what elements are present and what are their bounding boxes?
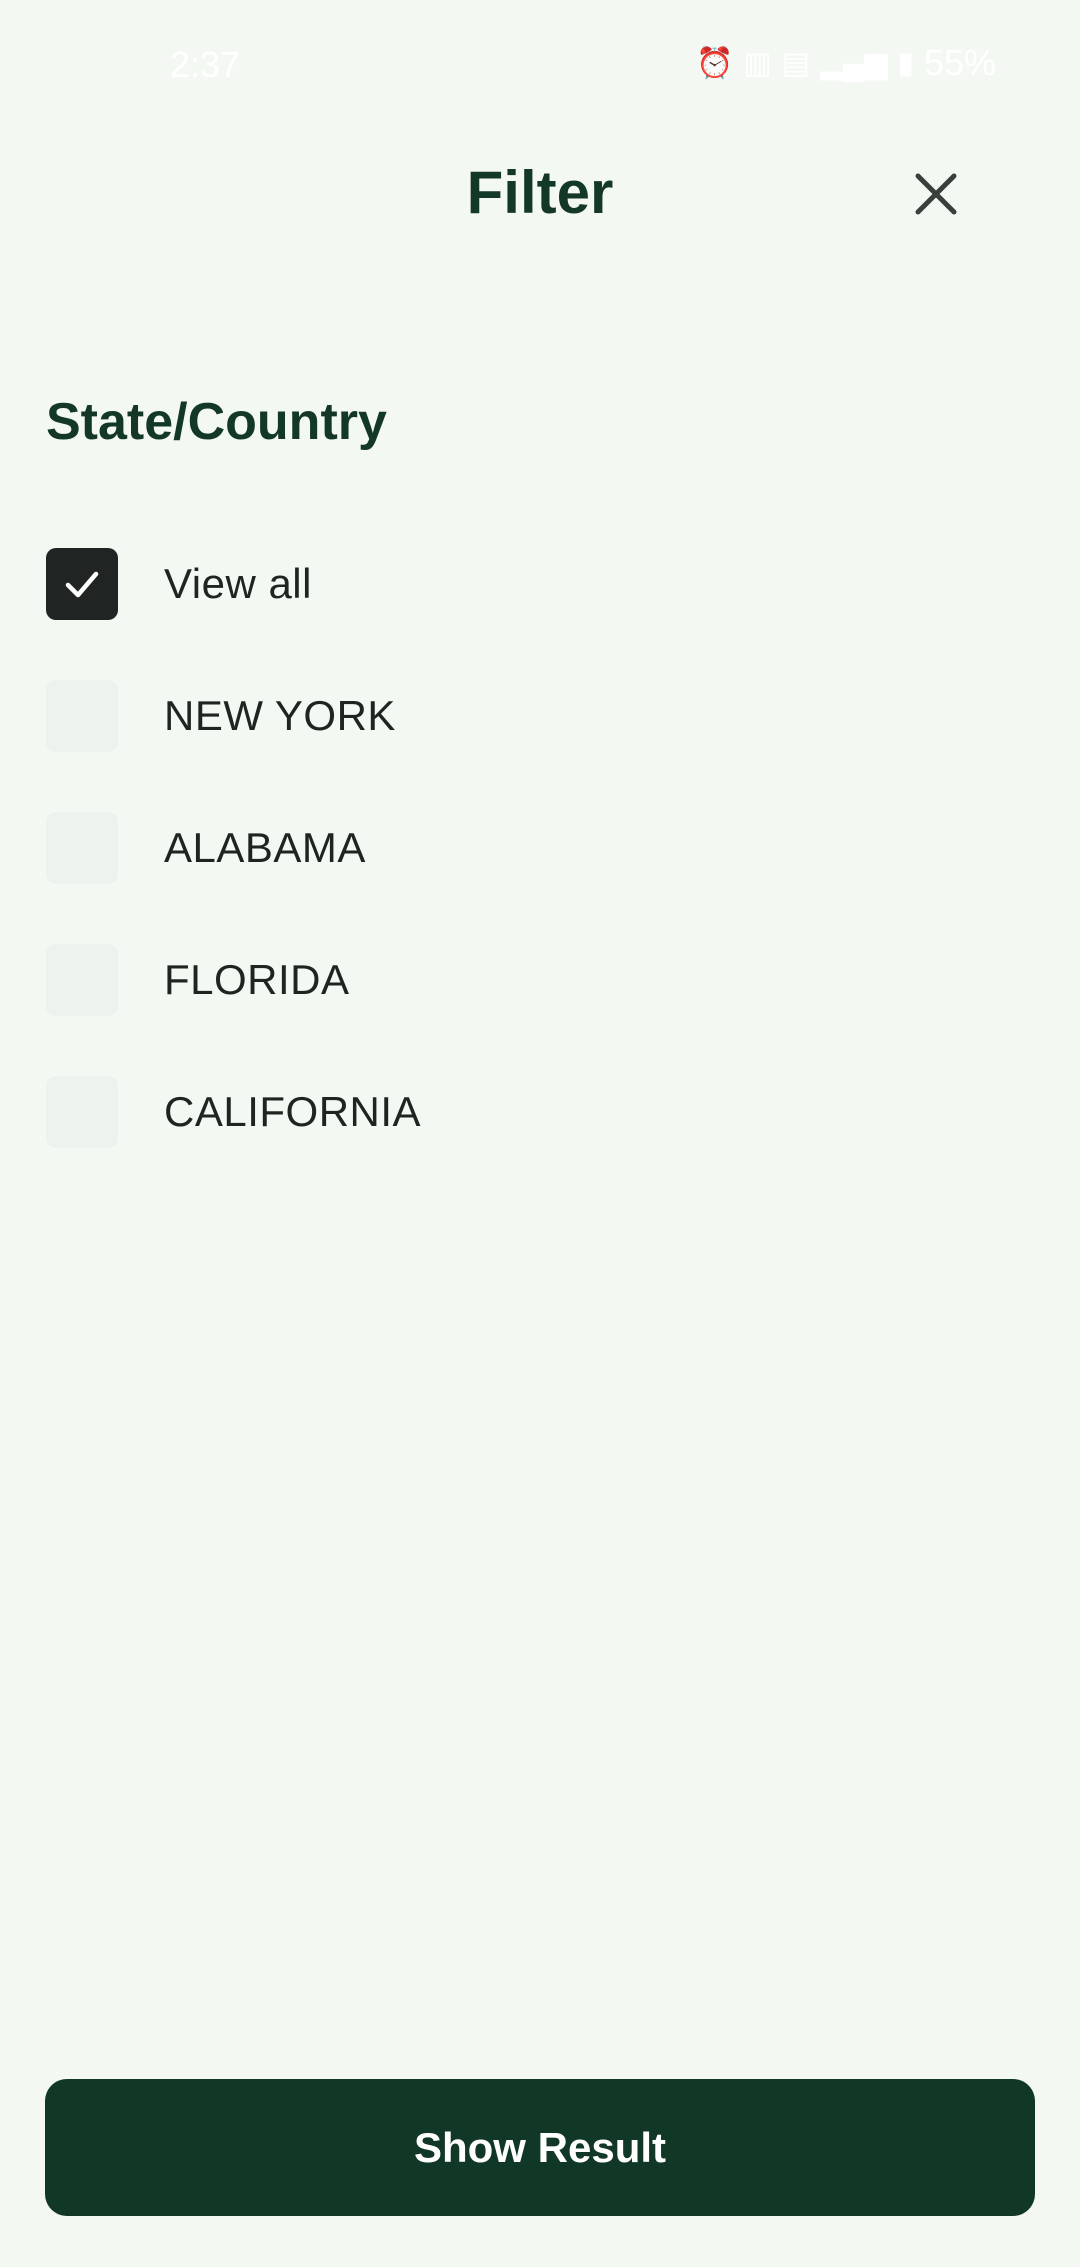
option-label: ALABAMA [164,824,366,871]
checkbox-unchecked[interactable] [46,1076,118,1148]
show-result-label: Show Result [413,2123,667,2171]
close-button[interactable] [900,158,972,230]
option-label: CALIFORNIA [164,1088,422,1135]
checkbox-checked[interactable] [46,548,118,620]
status-time: 2:37 [170,44,241,85]
checkbox-unchecked[interactable] [46,680,118,752]
alarm-icon: ⏰ [695,46,734,80]
show-result-button[interactable]: Show Result [45,2079,1035,2216]
option-new-york[interactable]: NEW YORK [46,650,1026,782]
battery-percent: 55% [923,42,996,83]
battery-icon: ▮ [897,46,914,80]
status-icons: ⏰ ▥ ▤ ▂▄▆ ▮ 55% [696,42,996,84]
close-icon [915,173,957,215]
sim-icon: ▥ [743,46,772,80]
option-florida[interactable]: FLORIDA [46,914,1026,1046]
checkbox-unchecked[interactable] [46,812,118,884]
option-alabama[interactable]: ALABAMA [46,782,1026,914]
option-label: NEW YORK [164,692,396,739]
wifi-calling-icon: ▤ [781,46,811,80]
option-view-all[interactable]: View all [46,518,1026,650]
checkbox-unchecked[interactable] [46,944,118,1016]
option-label: FLORIDA [164,956,350,1003]
status-bar: 2:37 ⏰ ▥ ▤ ▂▄▆ ▮ 55% [0,0,1080,130]
signal-icon: ▂▄▆ [820,46,888,80]
filter-header: Filter [0,130,1080,260]
section-title: State/Country [46,393,387,451]
state-options-list: View all NEW YORK ALABAMA FLORIDA CALIFO… [46,518,1026,1178]
option-california[interactable]: CALIFORNIA [46,1046,1026,1178]
option-label: View all [164,560,312,607]
check-icon [65,571,99,598]
